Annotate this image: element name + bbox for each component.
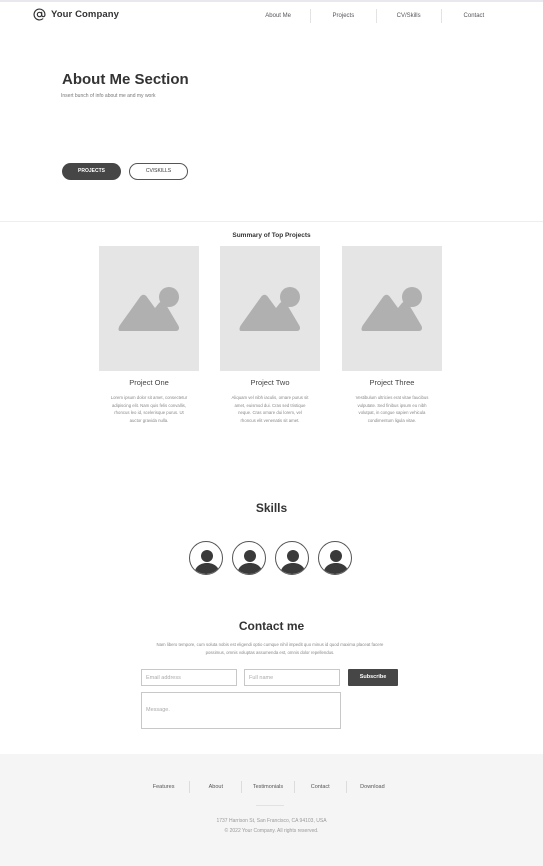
footer-link-about[interactable]: About xyxy=(189,781,241,793)
user-avatar-icon xyxy=(280,550,306,574)
hero-title: About Me Section xyxy=(62,71,189,88)
cv-skills-button[interactable]: CV/SKILLS xyxy=(129,163,188,180)
subscribe-button[interactable]: Subscribe xyxy=(348,669,398,686)
footer-link-download[interactable]: Download xyxy=(345,781,398,793)
message-textarea[interactable] xyxy=(141,692,341,729)
full-name-input[interactable] xyxy=(244,669,340,686)
nav-cv-skills[interactable]: CV/Skills xyxy=(375,9,441,23)
project-image xyxy=(220,246,320,371)
projects-heading: Summary of Top Projects xyxy=(232,232,311,239)
section-divider xyxy=(0,221,543,222)
footer: Features About Testimonials Contact Down… xyxy=(0,754,543,866)
project-card[interactable]: Project One Lorem ipsum dolor sit amet, … xyxy=(99,246,199,424)
image-placeholder-icon xyxy=(239,287,301,331)
project-title: Project Three xyxy=(369,378,415,387)
top-navigation: Your Company About Me Projects CV/Skills… xyxy=(0,2,543,30)
projects-button[interactable]: PROJECTS xyxy=(62,163,121,180)
project-description: Vestibulum ultricies erat vitae faucibus… xyxy=(355,395,429,423)
skill-avatar[interactable] xyxy=(232,541,266,575)
brand-logo[interactable]: Your Company xyxy=(33,8,119,21)
nav-about-me[interactable]: About Me xyxy=(246,9,310,23)
brand-name: Your Company xyxy=(51,9,120,20)
project-card[interactable]: Project Three Vestibulum ultricies erat … xyxy=(342,246,442,424)
footer-copyright: © 2022 Your Company. All rights reserved… xyxy=(224,828,319,834)
user-avatar-icon xyxy=(237,550,263,574)
project-title: Project One xyxy=(129,378,169,387)
project-card[interactable]: Project Two Aliquam vel nibh iaculis, or… xyxy=(220,246,320,424)
user-avatar-icon xyxy=(194,550,220,574)
project-title: Project Two xyxy=(250,378,290,387)
contact-title: Contact me xyxy=(238,619,305,633)
nav-projects[interactable]: Projects xyxy=(310,9,375,23)
hero-subtitle: Insert bunch of info about me and my wor… xyxy=(61,93,156,99)
footer-link-contact[interactable]: Contact xyxy=(293,781,346,793)
skill-avatar[interactable] xyxy=(275,541,309,575)
footer-link-testimonials[interactable]: Testimonials xyxy=(241,781,293,793)
nav-contact[interactable]: Contact xyxy=(440,9,506,23)
project-description: Lorem ipsum dolor sit amet, consectetur … xyxy=(110,395,188,423)
nav-links: About Me Projects CV/Skills Contact xyxy=(246,9,506,23)
contact-description: Nam libero tempore, cum soluta nobis est… xyxy=(156,642,384,655)
at-sign-icon xyxy=(33,8,46,21)
project-image xyxy=(342,246,442,371)
skill-avatar[interactable] xyxy=(189,541,223,575)
footer-links: Features About Testimonials Contact Down… xyxy=(138,781,398,793)
image-placeholder-icon xyxy=(361,287,423,331)
skill-avatar[interactable] xyxy=(318,541,352,575)
project-description: Aliquam vel nibh iaculis, ornare purus s… xyxy=(231,395,309,423)
image-placeholder-icon xyxy=(118,287,180,331)
footer-divider xyxy=(256,805,284,806)
email-input[interactable] xyxy=(141,669,237,686)
project-image xyxy=(99,246,199,371)
footer-address: 1737 Harrison St, San Francisco, CA 9410… xyxy=(216,818,327,824)
skills-title: Skills xyxy=(255,501,288,515)
footer-link-features[interactable]: Features xyxy=(138,781,189,793)
user-avatar-icon xyxy=(323,550,349,574)
